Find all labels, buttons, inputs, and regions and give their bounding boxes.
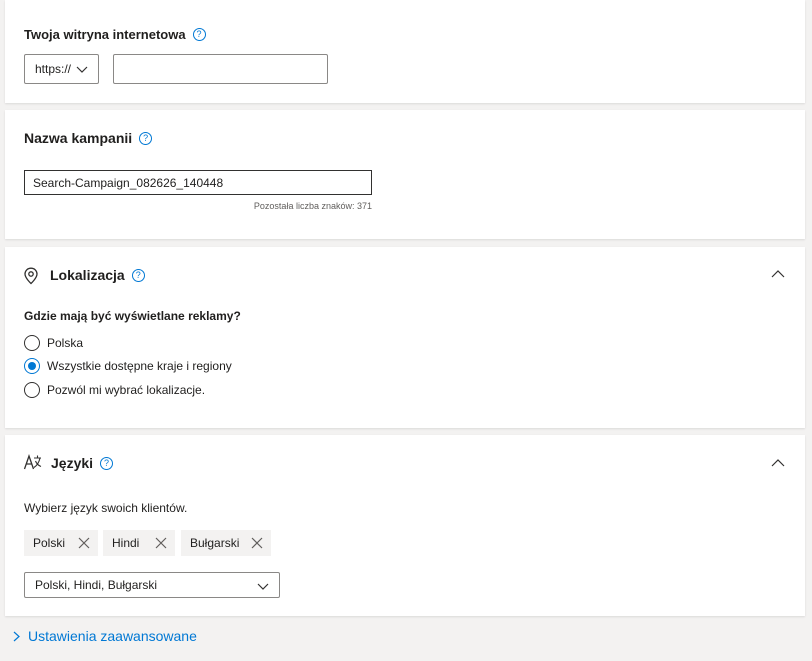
languages-title-text: Języki [51, 455, 94, 471]
protocol-select[interactable]: https:// [24, 54, 99, 84]
language-tag-label: Hindi [112, 536, 140, 550]
language-tag-label: Polski [33, 536, 66, 550]
help-icon[interactable]: ? [100, 456, 114, 470]
close-icon[interactable] [78, 537, 90, 549]
website-section-title: Twoja witryna internetowa ? [24, 27, 206, 42]
close-icon[interactable] [251, 537, 263, 549]
help-icon[interactable]: ? [192, 28, 206, 41]
chevron-up-icon[interactable] [771, 458, 785, 468]
location-option-label: Wszystkie dostępne kraje i regiony [47, 359, 232, 373]
radio-button[interactable] [24, 382, 40, 398]
location-card: Lokalizacja ? Gdzie mają być wyświetlane… [5, 247, 805, 428]
close-icon[interactable] [155, 537, 167, 549]
location-option-label: Pozwól mi wybrać lokalizacje. [47, 383, 206, 397]
help-icon[interactable]: ? [131, 268, 145, 282]
advanced-settings-label: Ustawienia zaawansowane [28, 628, 197, 644]
campaign-section-title: Nazwa kampanii ? [24, 130, 153, 146]
advanced-settings-link[interactable]: Ustawienia zaawansowane [13, 628, 197, 644]
radio-button-checked[interactable] [24, 358, 40, 374]
website-url-input[interactable] [113, 54, 328, 84]
protocol-select-value: https:// [35, 62, 72, 76]
languages-card: Języki ? Wybierz język swoich klientów. … [5, 435, 805, 616]
language-select[interactable]: Polski, Hindi, Bułgarski [24, 572, 280, 598]
location-option-label: Polska [47, 336, 84, 350]
languages-section-title: Języki ? [51, 455, 114, 471]
language-icon [23, 454, 42, 470]
chevron-right-icon [13, 631, 20, 641]
website-title-text: Twoja witryna internetowa [24, 27, 186, 42]
help-icon[interactable]: ? [139, 131, 153, 145]
language-tag-bulgarski: Bułgarski [181, 530, 271, 556]
campaign-title-text: Nazwa kampanii [24, 130, 133, 146]
location-option-choose[interactable]: Pozwól mi wybrać lokalizacje. [24, 382, 205, 398]
languages-subtitle: Wybierz język swoich klientów. [24, 501, 188, 515]
location-option-polska[interactable]: Polska [24, 335, 83, 351]
language-tag-label: Bułgarski [190, 536, 240, 550]
campaign-name-card: Nazwa kampanii ? Search-Campaign_082626_… [5, 110, 805, 239]
location-title-text: Lokalizacja [50, 267, 125, 283]
location-question: Gdzie mają być wyświetlane reklamy? [24, 309, 241, 323]
remaining-characters-text: Pozostała liczba znaków: 371 [253, 201, 372, 211]
campaign-name-input[interactable]: Search-Campaign_082626_140448 [24, 170, 372, 195]
chevron-up-icon[interactable] [771, 269, 785, 279]
language-select-value: Polski, Hindi, Bułgarski [35, 578, 158, 592]
chevron-down-icon [76, 66, 88, 73]
website-card: Twoja witryna internetowa ? https:// [5, 0, 805, 103]
radio-button[interactable] [24, 335, 40, 351]
language-tag-polski: Polski [24, 530, 98, 556]
campaign-name-value: Search-Campaign_082626_140448 [33, 175, 224, 190]
chevron-down-icon [257, 583, 269, 590]
language-tag-hindi: Hindi [103, 530, 175, 556]
location-section-title: Lokalizacja ? [50, 267, 145, 283]
location-pin-icon [24, 267, 38, 285]
location-option-all-countries[interactable]: Wszystkie dostępne kraje i regiony [24, 358, 232, 374]
